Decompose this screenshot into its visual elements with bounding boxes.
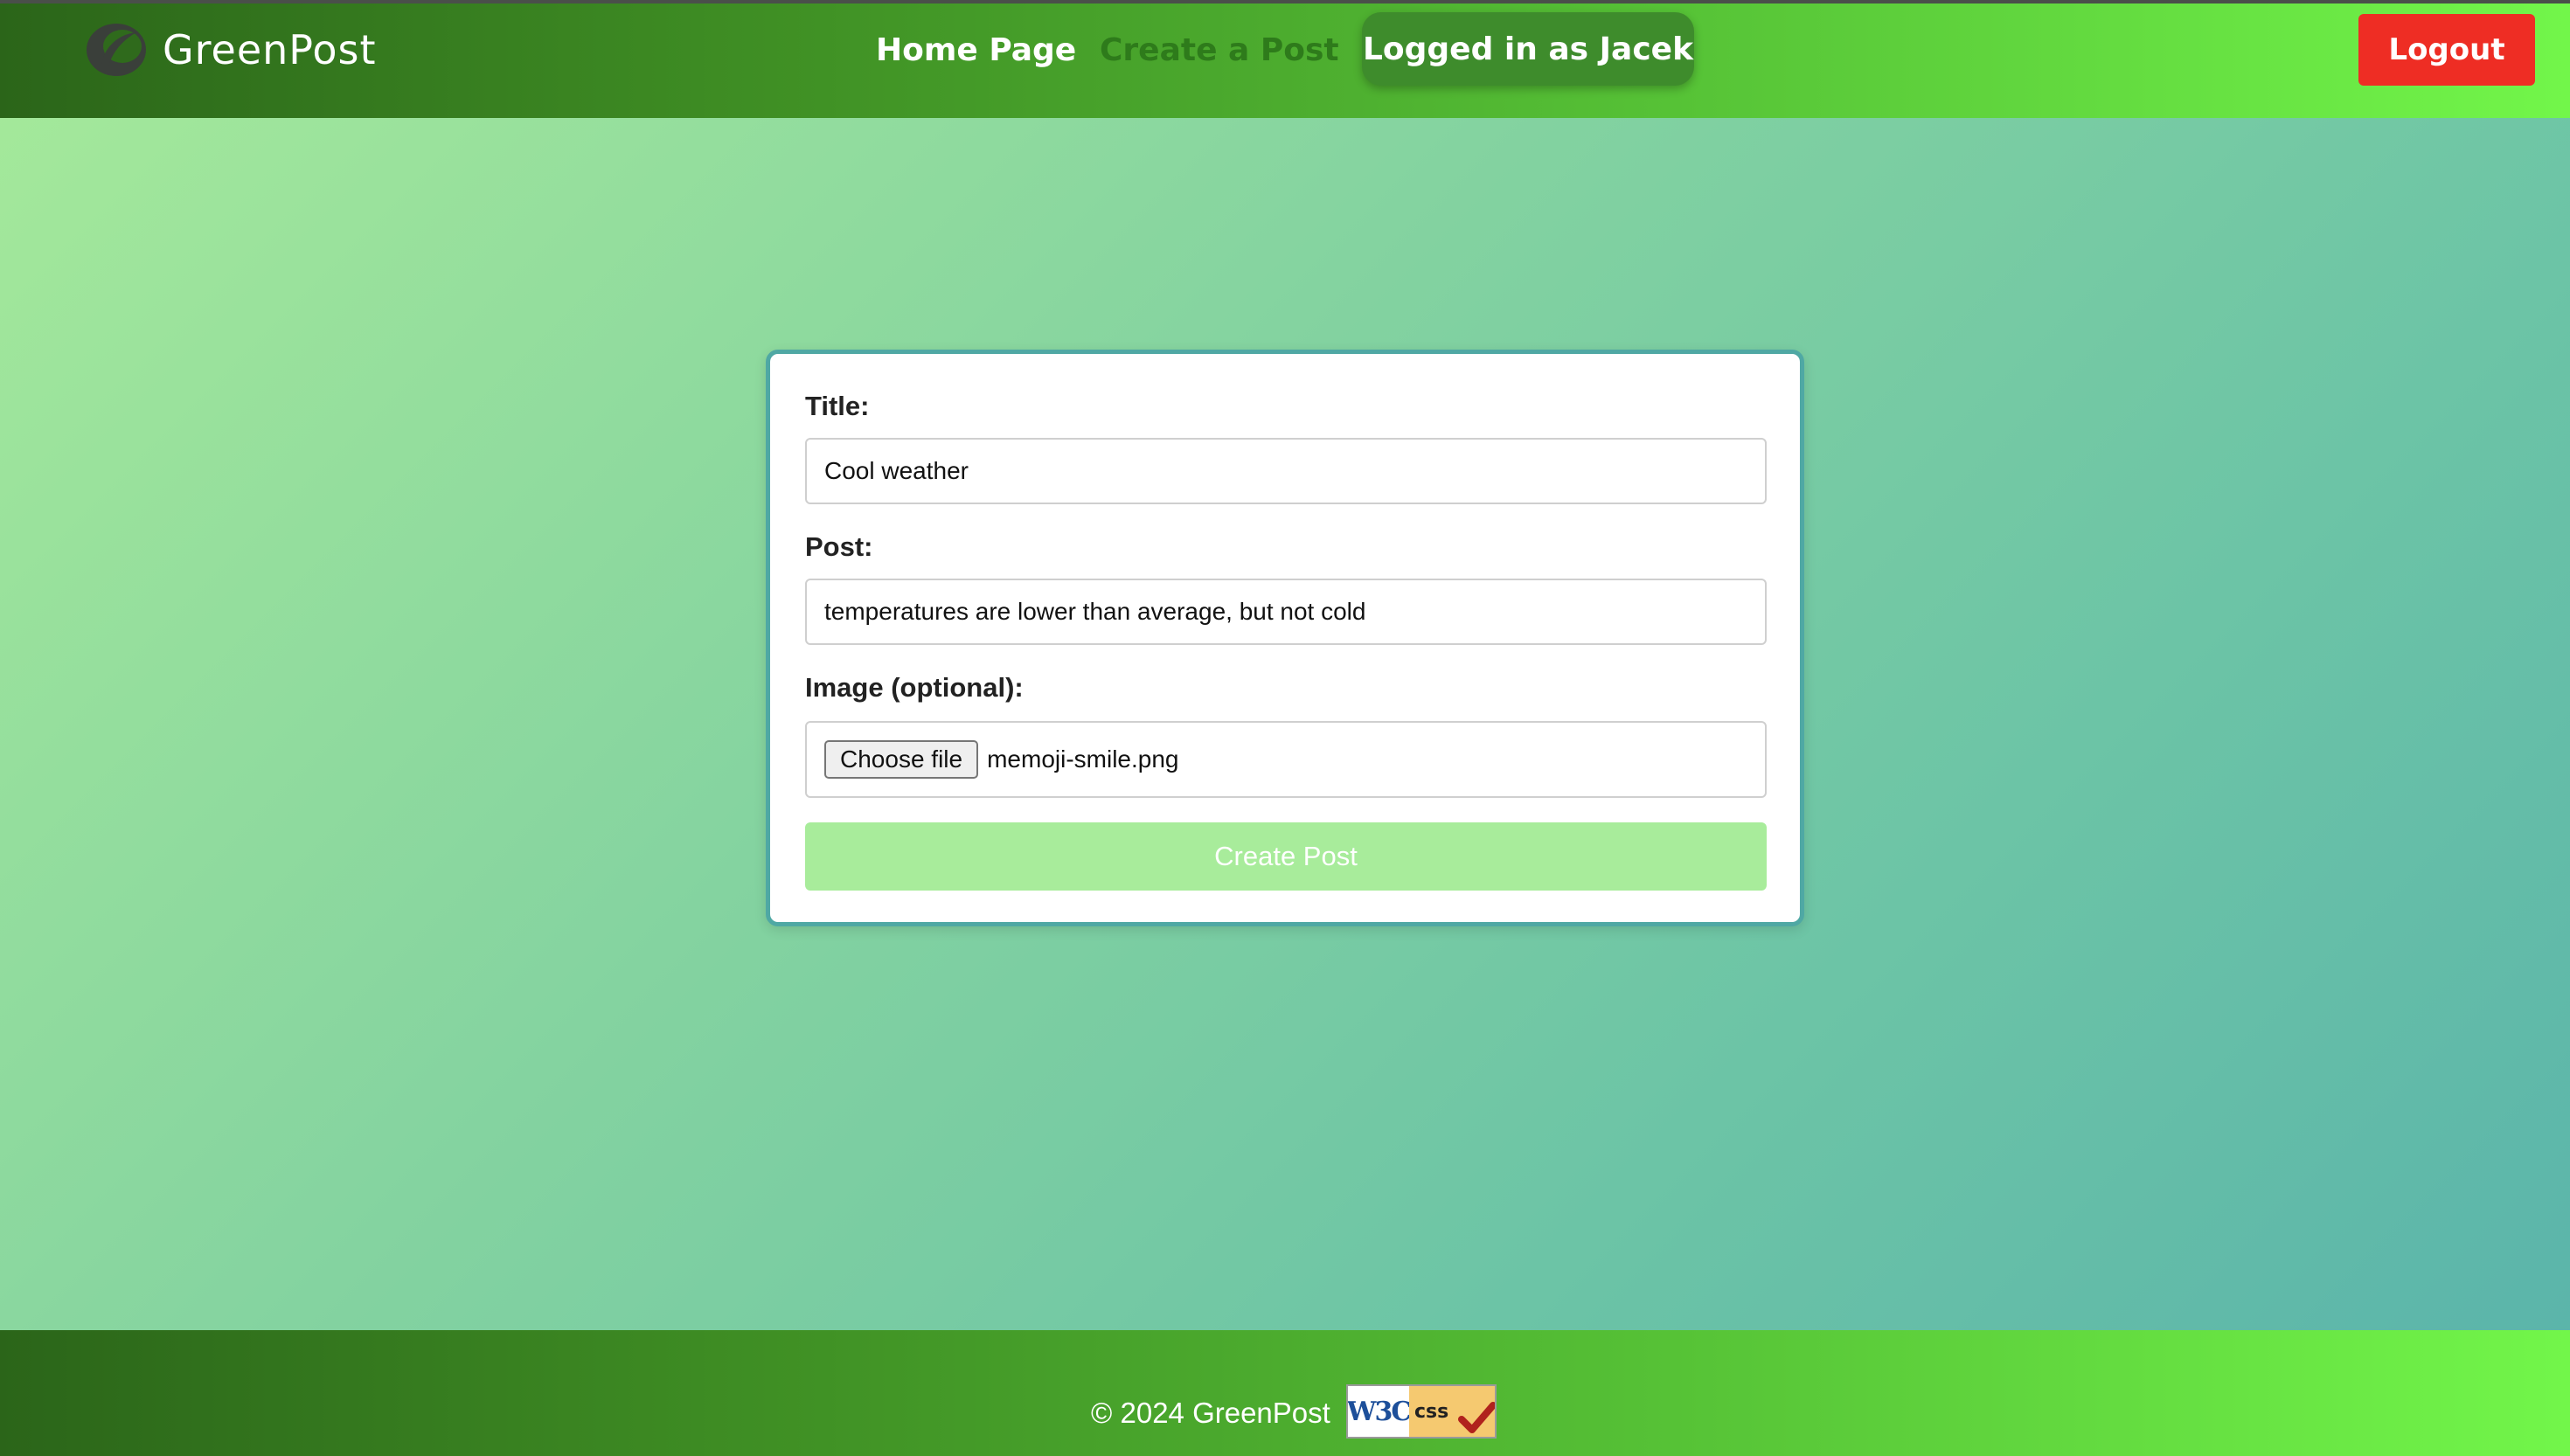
create-post-form: Title: Post: Image (optional): Choose fi… xyxy=(766,350,1804,926)
checkmark-icon xyxy=(1458,1402,1495,1433)
w3c-badge-css: css xyxy=(1409,1386,1495,1437)
selected-file-name: memoji-smile.png xyxy=(987,745,1179,773)
top-navbar: GreenPost Home Page Create a Post Logged… xyxy=(0,0,2570,118)
choose-file-button[interactable]: Choose file xyxy=(824,740,979,779)
logged-in-indicator: Logged in as Jacek xyxy=(1362,12,1694,86)
w3c-css-badge[interactable]: W3C css xyxy=(1346,1384,1497,1439)
title-label: Title: xyxy=(805,391,870,421)
page-footer: © 2024 GreenPost W3C css xyxy=(0,1330,2570,1456)
footer-copyright: © 2024 GreenPost xyxy=(1091,1397,1330,1429)
logout-button[interactable]: Logout xyxy=(2358,14,2535,86)
nav-home-link[interactable]: Home Page xyxy=(876,26,1076,75)
title-input[interactable] xyxy=(805,438,1767,504)
post-input[interactable] xyxy=(805,579,1767,645)
greenpost-logo-icon xyxy=(87,24,146,76)
image-file-field[interactable]: Choose file memoji-smile.png xyxy=(805,721,1767,798)
image-label: Image (optional): xyxy=(805,672,1024,703)
brand-logo[interactable]: GreenPost xyxy=(84,19,377,80)
w3c-badge-logo: W3C xyxy=(1348,1386,1412,1437)
brand-name: GreenPost xyxy=(163,26,377,73)
create-post-button[interactable]: Create Post xyxy=(805,822,1767,891)
post-label: Post: xyxy=(805,531,873,562)
nav-create-post-link[interactable]: Create a Post xyxy=(1100,26,1339,75)
w3c-badge-css-text: css xyxy=(1414,1400,1449,1423)
